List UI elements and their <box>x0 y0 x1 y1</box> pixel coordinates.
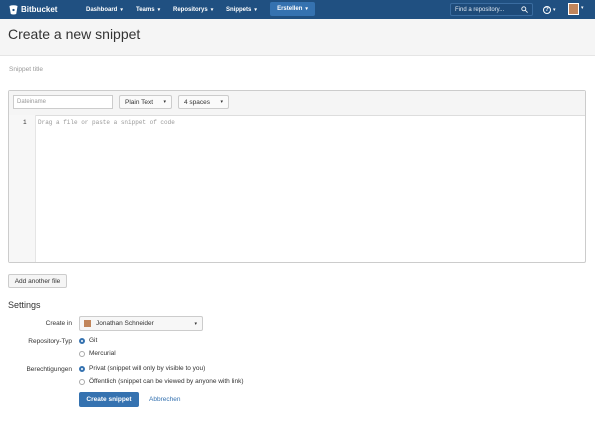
nav-item-label: Repositorys <box>173 6 208 13</box>
nav-item-dashboard[interactable]: Dashboard ▾ <box>86 3 123 16</box>
owner-select-value: Jonathan Schneider <box>96 320 154 327</box>
snippet-editor: Dateiname Plain Text ▾ 4 spaces ▾ 1 Drag… <box>8 90 586 263</box>
chevron-down-icon: ▾ <box>120 6 123 13</box>
create-snippet-button[interactable]: Create snippet <box>79 392 139 407</box>
radio-unselected-icon <box>79 350 85 357</box>
chevron-down-icon: ▾ <box>194 320 197 327</box>
indent-select-value: 4 spaces <box>184 98 211 106</box>
chevron-down-icon: ▾ <box>305 6 308 12</box>
nav-item-label: Teams <box>136 6 155 13</box>
radio-selected-icon <box>79 337 85 344</box>
help-icon: ? <box>543 5 551 14</box>
radio-label: Git <box>89 337 98 344</box>
mode-select[interactable]: Plain Text ▾ <box>119 95 172 109</box>
cancel-link[interactable]: Abbrechen <box>149 392 180 407</box>
radio-label: Öffentlich (snippet can be viewed by any… <box>89 378 244 385</box>
create-menu-button[interactable]: Erstellen ▾ <box>270 2 315 16</box>
nav-item-teams[interactable]: Teams ▾ <box>136 3 160 16</box>
nav-item-snippets[interactable]: Snippets ▾ <box>226 3 257 16</box>
search-icon <box>521 6 528 13</box>
settings-heading: Settings <box>8 300 41 310</box>
repository-type-label: Repository-Typ <box>28 338 72 345</box>
chevron-down-icon: ▾ <box>220 99 223 105</box>
top-navigation-bar: Bitbucket Dashboard ▾ Teams ▾ Repository… <box>0 0 595 19</box>
chevron-down-icon: ▾ <box>553 6 556 13</box>
repository-search-input[interactable]: Find a repository... <box>450 3 533 16</box>
repo-type-git-radio[interactable]: Git <box>79 337 97 344</box>
bitbucket-logo[interactable]: Bitbucket <box>9 3 57 16</box>
line-number-gutter <box>9 115 36 262</box>
chevron-down-icon: ▾ <box>210 6 214 13</box>
repo-type-mercurial-radio[interactable]: Mercurial <box>79 350 116 357</box>
owner-avatar <box>84 320 91 327</box>
chevron-down-icon: ▾ <box>254 6 257 13</box>
search-placeholder: Find a repository... <box>455 6 505 13</box>
help-menu[interactable]: ? ▾ <box>543 3 556 16</box>
mode-select-value: Plain Text <box>125 98 154 106</box>
radio-unselected-icon <box>79 378 85 385</box>
chevron-down-icon: ▾ <box>581 5 584 11</box>
radio-selected-icon <box>79 365 85 372</box>
radio-label: Mercurial <box>89 350 116 357</box>
create-in-label: Create in <box>45 320 72 327</box>
nav-item-label: Dashboard <box>86 6 118 13</box>
chevron-down-icon: ▾ <box>163 99 166 105</box>
brand-name: Bitbucket <box>21 5 58 14</box>
permission-public-radio[interactable]: Öffentlich (snippet can be viewed by any… <box>79 378 244 385</box>
editor-toolbar: Dateiname Plain Text ▾ 4 spaces ▾ <box>9 91 585 116</box>
line-number: 1 <box>23 119 27 126</box>
permission-private-radio[interactable]: Privat (snippet will only by visible to … <box>79 365 205 372</box>
user-avatar[interactable] <box>568 3 579 15</box>
bitbucket-icon <box>9 4 18 15</box>
nav-item-label: Snippets <box>226 6 252 13</box>
create-button-label: Erstellen <box>277 6 303 12</box>
code-textarea[interactable]: Drag a file or paste a snippet of code <box>38 119 175 126</box>
permissions-label: Berechtigungen <box>26 366 72 373</box>
nav-item-repositorys[interactable]: Repositorys ▾ <box>173 3 213 16</box>
owner-select[interactable]: Jonathan Schneider ▾ <box>79 316 203 331</box>
radio-label: Privat (snippet will only by visible to … <box>89 365 206 372</box>
snippet-title-input[interactable]: Snippet title <box>9 66 579 73</box>
filename-input[interactable]: Dateiname <box>13 95 113 109</box>
add-another-file-button[interactable]: Add another file <box>8 274 67 288</box>
page-title: Create a new snippet <box>8 26 141 42</box>
indent-select[interactable]: 4 spaces ▾ <box>178 95 229 109</box>
chevron-down-icon: ▾ <box>157 6 161 13</box>
